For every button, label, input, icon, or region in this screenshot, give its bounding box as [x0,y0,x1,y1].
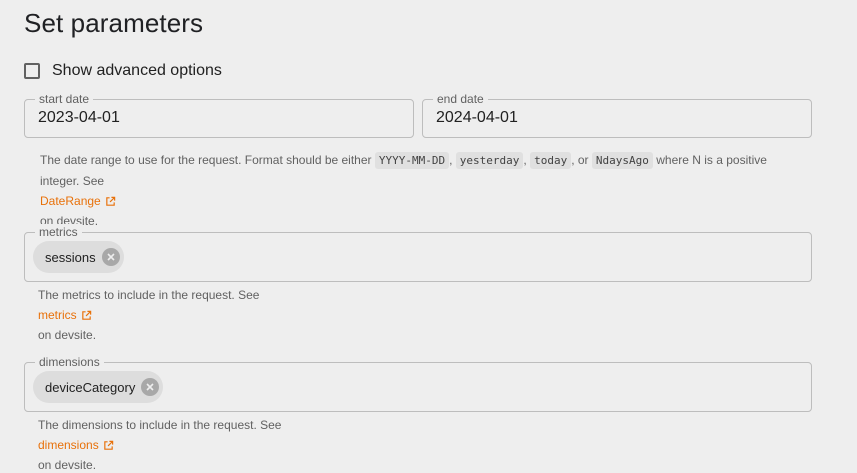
daterange-link[interactable]: DateRange [40,191,116,211]
date-help-suffix: on devsite. [40,214,99,228]
date-help-line-1: The date range to use for the request. F… [40,152,767,169]
remove-chip-icon[interactable] [101,248,120,266]
metrics-field[interactable]: metrics sessions [24,224,812,282]
show-advanced-options-label: Show advanced options [52,62,222,79]
checkbox-box[interactable] [24,63,40,79]
metrics-link[interactable]: metrics [38,305,92,325]
date-help-line-2: integer. See [40,174,105,188]
dimensions-field[interactable]: dimensions deviceCategory [24,354,812,412]
metrics-help: The metrics to include in the request. S… [38,288,260,342]
format-token: NdaysAgo [591,152,653,169]
dimension-chip-devicecategory[interactable]: deviceCategory [33,371,164,403]
chip-label: sessions [45,249,96,265]
dimensions-label: dimensions [35,354,104,370]
format-token: YYYY-MM-DD [374,152,450,169]
external-link-icon [81,310,91,320]
chip-label: deviceCategory [45,379,136,395]
start-date-label: start date [35,91,94,107]
dimensions-link[interactable]: dimensions [38,435,114,455]
metric-chip-sessions[interactable]: sessions [33,241,124,273]
format-token: today [530,152,572,169]
start-date-field[interactable]: start date [24,91,414,138]
set-parameters-page: Set parameters Show advanced options sta… [0,0,857,473]
end-date-label: end date [433,91,488,107]
external-link-icon [105,196,115,206]
show-advanced-options-checkbox[interactable]: Show advanced options [24,62,222,80]
dimensions-help: The dimensions to include in the request… [38,418,282,472]
metrics-label: metrics [35,224,82,240]
end-date-input[interactable] [436,109,798,127]
format-token: yesterday [455,152,524,169]
date-range-help: The date range to use for the request. F… [40,150,810,231]
external-link-icon [103,440,113,450]
remove-chip-icon[interactable] [141,378,160,396]
page-title: Set parameters [24,8,204,38]
start-date-input[interactable] [38,109,400,127]
end-date-field[interactable]: end date [422,91,812,138]
